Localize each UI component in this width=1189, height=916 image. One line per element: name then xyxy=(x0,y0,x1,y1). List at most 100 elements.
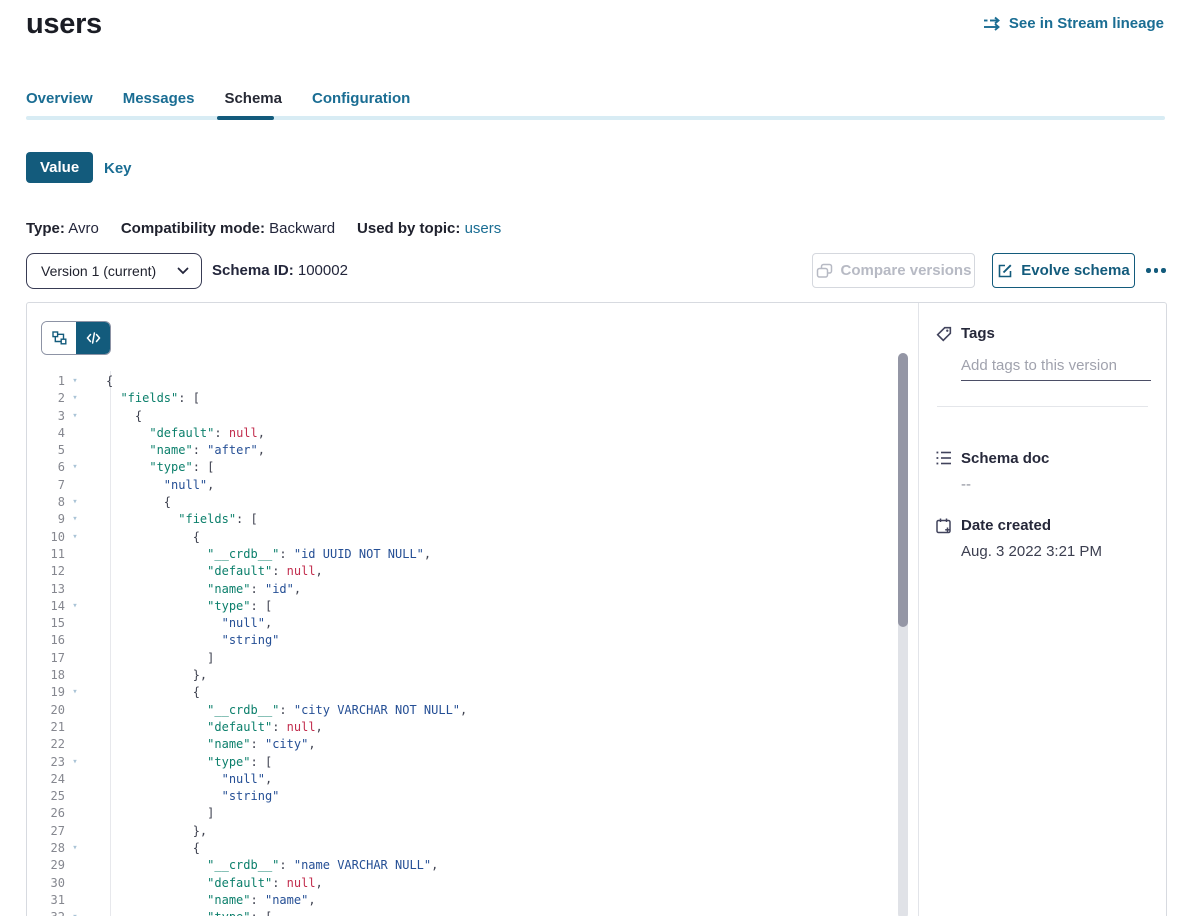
chevron-down-icon xyxy=(177,267,189,275)
code-text: "string" xyxy=(85,632,279,649)
code-text: "name": "name", xyxy=(85,892,316,909)
code-text: "default": null, xyxy=(85,875,323,892)
code-text: { xyxy=(85,494,171,511)
fold-spacer xyxy=(65,771,85,788)
code-line: 22 "name": "city", xyxy=(27,736,917,753)
code-line: 16 "string" xyxy=(27,632,917,649)
compatibility-value: Backward xyxy=(269,220,335,237)
versions-icon xyxy=(816,263,833,279)
line-number: 25 xyxy=(27,788,65,805)
evolve-schema-button[interactable]: Evolve schema xyxy=(992,253,1135,288)
code-line: 5 "name": "after", xyxy=(27,442,917,459)
code-lines: 1▾{2▾ "fields": [3▾ {4 "default": null,5… xyxy=(27,373,917,916)
code-view-button[interactable] xyxy=(76,322,110,354)
fold-arrow-icon[interactable]: ▾ xyxy=(65,684,85,701)
ellipsis-icon xyxy=(1146,268,1151,273)
code-line: 3▾ { xyxy=(27,408,917,425)
tab-track xyxy=(26,116,1165,120)
code-line: 21 "default": null, xyxy=(27,719,917,736)
code-text: "null", xyxy=(85,615,272,632)
fold-arrow-icon[interactable]: ▾ xyxy=(65,373,85,390)
editor-scrollbar-thumb[interactable] xyxy=(898,353,908,627)
fold-arrow-icon[interactable]: ▾ xyxy=(65,909,85,916)
code-text: "name": "id", xyxy=(85,581,301,598)
stream-lineage-link[interactable]: See in Stream lineage xyxy=(983,15,1164,32)
line-number: 28 xyxy=(27,840,65,857)
code-text: "fields": [ xyxy=(85,390,200,407)
fold-arrow-icon[interactable]: ▾ xyxy=(65,511,85,528)
tags-title: Tags xyxy=(961,325,995,342)
tag-icon xyxy=(935,325,953,348)
code-line: 7 "null", xyxy=(27,477,917,494)
line-number: 1 xyxy=(27,373,65,390)
code-text: "__crdb__": "city VARCHAR NOT NULL", xyxy=(85,702,467,719)
line-number: 4 xyxy=(27,425,65,442)
fold-arrow-icon[interactable]: ▾ xyxy=(65,754,85,771)
fold-arrow-icon[interactable]: ▾ xyxy=(65,459,85,476)
code-line: 1▾{ xyxy=(27,373,917,390)
code-line: 9▾ "fields": [ xyxy=(27,511,917,528)
version-select-value: Version 1 (current) xyxy=(41,263,177,279)
fold-arrow-icon[interactable]: ▾ xyxy=(65,408,85,425)
code-line: 20 "__crdb__": "city VARCHAR NOT NULL", xyxy=(27,702,917,719)
key-toggle-button[interactable]: Key xyxy=(104,160,132,177)
fold-spacer xyxy=(65,581,85,598)
topic-link[interactable]: users xyxy=(465,220,502,237)
code-line: 31 "name": "name", xyxy=(27,892,917,909)
tab-configuration[interactable]: Configuration xyxy=(312,90,410,107)
fold-arrow-icon[interactable]: ▾ xyxy=(65,840,85,857)
line-number: 32 xyxy=(27,909,65,916)
fold-spacer xyxy=(65,719,85,736)
more-options-button[interactable] xyxy=(1146,253,1166,288)
tags-input[interactable] xyxy=(961,353,1151,381)
fold-arrow-icon[interactable]: ▾ xyxy=(65,494,85,511)
fold-spacer xyxy=(65,615,85,632)
code-text: "name": "city", xyxy=(85,736,316,753)
evolve-schema-label: Evolve schema xyxy=(1021,262,1129,279)
value-toggle-button[interactable]: Value xyxy=(26,152,93,183)
stream-lineage-icon xyxy=(983,16,1002,31)
compare-versions-button[interactable]: Compare versions xyxy=(812,253,975,288)
schema-page: users See in Stream lineage Overview Mess… xyxy=(0,0,1189,916)
version-select[interactable]: Version 1 (current) xyxy=(26,253,202,289)
tab-messages[interactable]: Messages xyxy=(123,90,195,107)
fold-spacer xyxy=(65,563,85,580)
calendar-plus-icon xyxy=(935,517,953,540)
fold-arrow-icon[interactable]: ▾ xyxy=(65,529,85,546)
page-title: users xyxy=(26,8,102,41)
code-line: 10▾ { xyxy=(27,529,917,546)
fold-spacer xyxy=(65,546,85,563)
code-text: "__crdb__": "id UUID NOT NULL", xyxy=(85,546,431,563)
fold-spacer xyxy=(65,425,85,442)
tree-view-button[interactable] xyxy=(42,322,76,354)
schema-id: Schema ID: 100002 xyxy=(212,253,348,289)
fold-arrow-icon[interactable]: ▾ xyxy=(65,390,85,407)
line-number: 22 xyxy=(27,736,65,753)
code-line: 27 }, xyxy=(27,823,917,840)
code-text: "default": null, xyxy=(85,719,323,736)
type-label: Type: xyxy=(26,220,65,237)
line-number: 23 xyxy=(27,754,65,771)
tab-overview[interactable]: Overview xyxy=(26,90,93,107)
fold-spacer xyxy=(65,650,85,667)
code-line: 24 "null", xyxy=(27,771,917,788)
code-line: 28▾ { xyxy=(27,840,917,857)
code-text: }, xyxy=(85,823,207,840)
code-line: 29 "__crdb__": "name VARCHAR NULL", xyxy=(27,857,917,874)
fold-arrow-icon[interactable]: ▾ xyxy=(65,598,85,615)
line-number: 9 xyxy=(27,511,65,528)
tree-view-icon xyxy=(52,331,67,345)
line-number: 5 xyxy=(27,442,65,459)
code-line: 18 }, xyxy=(27,667,917,684)
fold-spacer xyxy=(65,632,85,649)
fold-spacer xyxy=(65,805,85,822)
code-text: { xyxy=(85,529,200,546)
fold-spacer xyxy=(65,875,85,892)
line-number: 29 xyxy=(27,857,65,874)
fold-spacer xyxy=(65,788,85,805)
tab-schema[interactable]: Schema xyxy=(224,90,282,107)
fold-spacer xyxy=(65,702,85,719)
code-line: 13 "name": "id", xyxy=(27,581,917,598)
code-line: 8▾ { xyxy=(27,494,917,511)
line-number: 8 xyxy=(27,494,65,511)
